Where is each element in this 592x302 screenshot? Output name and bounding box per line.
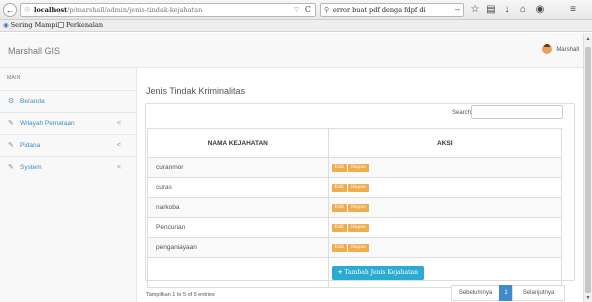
bookmark-label: Sering Mampir bbox=[10, 21, 61, 29]
table-row: curas Edit Hapus bbox=[147, 177, 563, 198]
table-header-row: NAMA KEJAHATAN AKSI bbox=[147, 128, 563, 158]
table-row: Pencurian Edit Hapus bbox=[147, 217, 563, 238]
table-row: narkoba Edit Hapus bbox=[147, 197, 563, 218]
dashboard-icon: ⚙ bbox=[8, 98, 15, 105]
back-arrow-icon[interactable]: ← bbox=[3, 3, 17, 17]
bookmark-sering-mampir[interactable]: ◉ Sering Mampir bbox=[3, 20, 61, 31]
pager-next-button[interactable]: Selanjutnya bbox=[512, 285, 565, 301]
sidebar: MAIN ⚙ Beranda ✎ Wilayah Pemataan < ✎ Pidan… bbox=[0, 68, 137, 302]
edit-button[interactable]: Edit bbox=[331, 203, 347, 212]
sidebar-item-label: Pidana bbox=[20, 142, 41, 149]
avatar bbox=[542, 44, 553, 54]
table-row: penganiayaan Edit Hapus bbox=[147, 237, 563, 258]
app-header: Marshall GIS Marshall bbox=[0, 33, 583, 68]
scroll-down-icon[interactable]: ▼ bbox=[584, 294, 592, 302]
browser-search-bar[interactable]: ⚲ error buat pdf denga fdpf di → bbox=[320, 3, 464, 17]
edit-button[interactable]: Edit bbox=[331, 243, 347, 252]
page-title: Jenis Tindak Kriminalitas bbox=[146, 86, 246, 96]
search-go-icon[interactable]: → bbox=[455, 4, 460, 16]
empty-cell bbox=[147, 257, 329, 288]
sidebar-item-wilayah-pemataan[interactable]: ✎ Wilayah Pemataan < bbox=[0, 112, 137, 134]
crime-name-cell: curas bbox=[147, 177, 329, 198]
firefox-icon: ◉ bbox=[3, 21, 9, 29]
download-icon[interactable]: ↓ bbox=[500, 3, 514, 17]
vertical-scrollbar[interactable]: ▲ ▼ bbox=[583, 33, 592, 302]
edit-button[interactable]: Edit bbox=[331, 163, 347, 172]
menu-icon[interactable]: ≡ bbox=[566, 3, 580, 17]
crime-name-cell: narkoba bbox=[147, 197, 329, 218]
actions-cell: Edit Hapus bbox=[327, 237, 563, 258]
browser-search-text: error buat pdf denga fdpf di bbox=[333, 6, 426, 14]
add-crime-type-button[interactable]: + Tambah Jenis Kejahatan bbox=[331, 265, 424, 280]
column-header-nama-kejahatan[interactable]: NAMA KEJAHATAN bbox=[147, 128, 329, 158]
bookmark-perkenalan[interactable]: Perkenalan bbox=[58, 20, 103, 31]
pager-page-1[interactable]: 1 bbox=[499, 285, 513, 301]
folder-icon bbox=[58, 22, 64, 28]
edit-button[interactable]: Edit bbox=[331, 183, 347, 192]
chevron-left-icon: < bbox=[116, 142, 121, 149]
sidebar-item-label: Wilayah Pemataan bbox=[20, 120, 75, 127]
url-path: /p/marshall/admin/jenis-tindak-kejahatan bbox=[67, 6, 203, 14]
clipboard-icon[interactable]: ▤ bbox=[484, 3, 498, 17]
url-bar[interactable]: ☉ localhost/p/marshall/admin/jenis-tinda… bbox=[20, 3, 316, 17]
plus-icon: + bbox=[337, 268, 343, 276]
edit-icon: ✎ bbox=[8, 164, 14, 171]
delete-button[interactable]: Hapus bbox=[348, 183, 369, 192]
star-icon[interactable]: ☆ bbox=[468, 3, 482, 17]
crime-types-table: NAMA KEJAHATAN AKSI curanmor Edit Hapus c… bbox=[147, 128, 563, 288]
table-footer-row: + Tambah Jenis Kejahatan bbox=[147, 257, 563, 288]
add-cell: + Tambah Jenis Kejahatan bbox=[327, 257, 563, 288]
bookmark-label: Perkenalan bbox=[66, 21, 104, 29]
user-menu[interactable]: Marshall bbox=[542, 43, 579, 57]
table-search-label: Search: bbox=[452, 110, 473, 116]
reload-icon[interactable]: C bbox=[305, 4, 311, 16]
sidebar-item-label: Beranda bbox=[20, 98, 45, 105]
sidebar-item-system[interactable]: ✎ System < bbox=[0, 156, 137, 178]
edit-button[interactable]: Edit bbox=[331, 223, 347, 232]
search-icon: ⚲ bbox=[324, 6, 330, 14]
sidebar-section-label: MAIN bbox=[7, 75, 21, 81]
url-host: localhost bbox=[34, 6, 68, 14]
chat-icon[interactable]: ◉ bbox=[533, 3, 547, 17]
pager-prev-button[interactable]: Sebelumnya bbox=[451, 285, 500, 301]
sidebar-item-label: System bbox=[20, 164, 42, 171]
table-row: curanmor Edit Hapus bbox=[147, 157, 563, 178]
bookmarks-bar: ◉ Sering Mampir Perkenalan bbox=[0, 20, 592, 32]
delete-button[interactable]: Hapus bbox=[348, 243, 369, 252]
sidebar-item-pidana[interactable]: ✎ Pidana < bbox=[0, 134, 137, 156]
actions-cell: Edit Hapus bbox=[327, 157, 563, 178]
site-info-icon[interactable]: ☉ bbox=[24, 4, 30, 16]
edit-icon: ✎ bbox=[8, 142, 14, 149]
sidebar-item-beranda[interactable]: ⚙ Beranda bbox=[0, 90, 137, 112]
column-header-aksi[interactable]: AKSI bbox=[327, 128, 563, 158]
edit-icon: ✎ bbox=[8, 120, 14, 127]
crime-name-cell: Pencurian bbox=[147, 217, 329, 238]
actions-cell: Edit Hapus bbox=[327, 197, 563, 218]
brand-title[interactable]: Marshall GIS bbox=[8, 46, 60, 56]
delete-button[interactable]: Hapus bbox=[348, 223, 369, 232]
delete-button[interactable]: Hapus bbox=[348, 163, 369, 172]
home-icon[interactable]: ⌂ bbox=[516, 3, 530, 17]
table-info: Tampilkan 1 to 5 of 5 entries bbox=[146, 292, 215, 298]
user-name: Marshall bbox=[556, 47, 579, 53]
scrollbar-thumb[interactable] bbox=[585, 47, 591, 293]
actions-cell: Edit Hapus bbox=[327, 177, 563, 198]
chevron-left-icon: < bbox=[116, 164, 121, 171]
add-button-label: Tambah Jenis Kejahatan bbox=[344, 268, 418, 276]
scroll-up-icon[interactable]: ▲ bbox=[584, 35, 592, 43]
chevron-left-icon: < bbox=[116, 120, 121, 127]
crime-name-cell: penganiayaan bbox=[147, 237, 329, 258]
browser-navbar: ← ☉ localhost/p/marshall/admin/jenis-tin… bbox=[0, 0, 592, 20]
actions-cell: Edit Hapus bbox=[327, 217, 563, 238]
delete-button[interactable]: Hapus bbox=[348, 203, 369, 212]
crime-name-cell: curanmor bbox=[147, 157, 329, 178]
table-search-input[interactable] bbox=[471, 105, 563, 119]
url-dropdown-icon[interactable]: ▽ bbox=[294, 4, 299, 16]
